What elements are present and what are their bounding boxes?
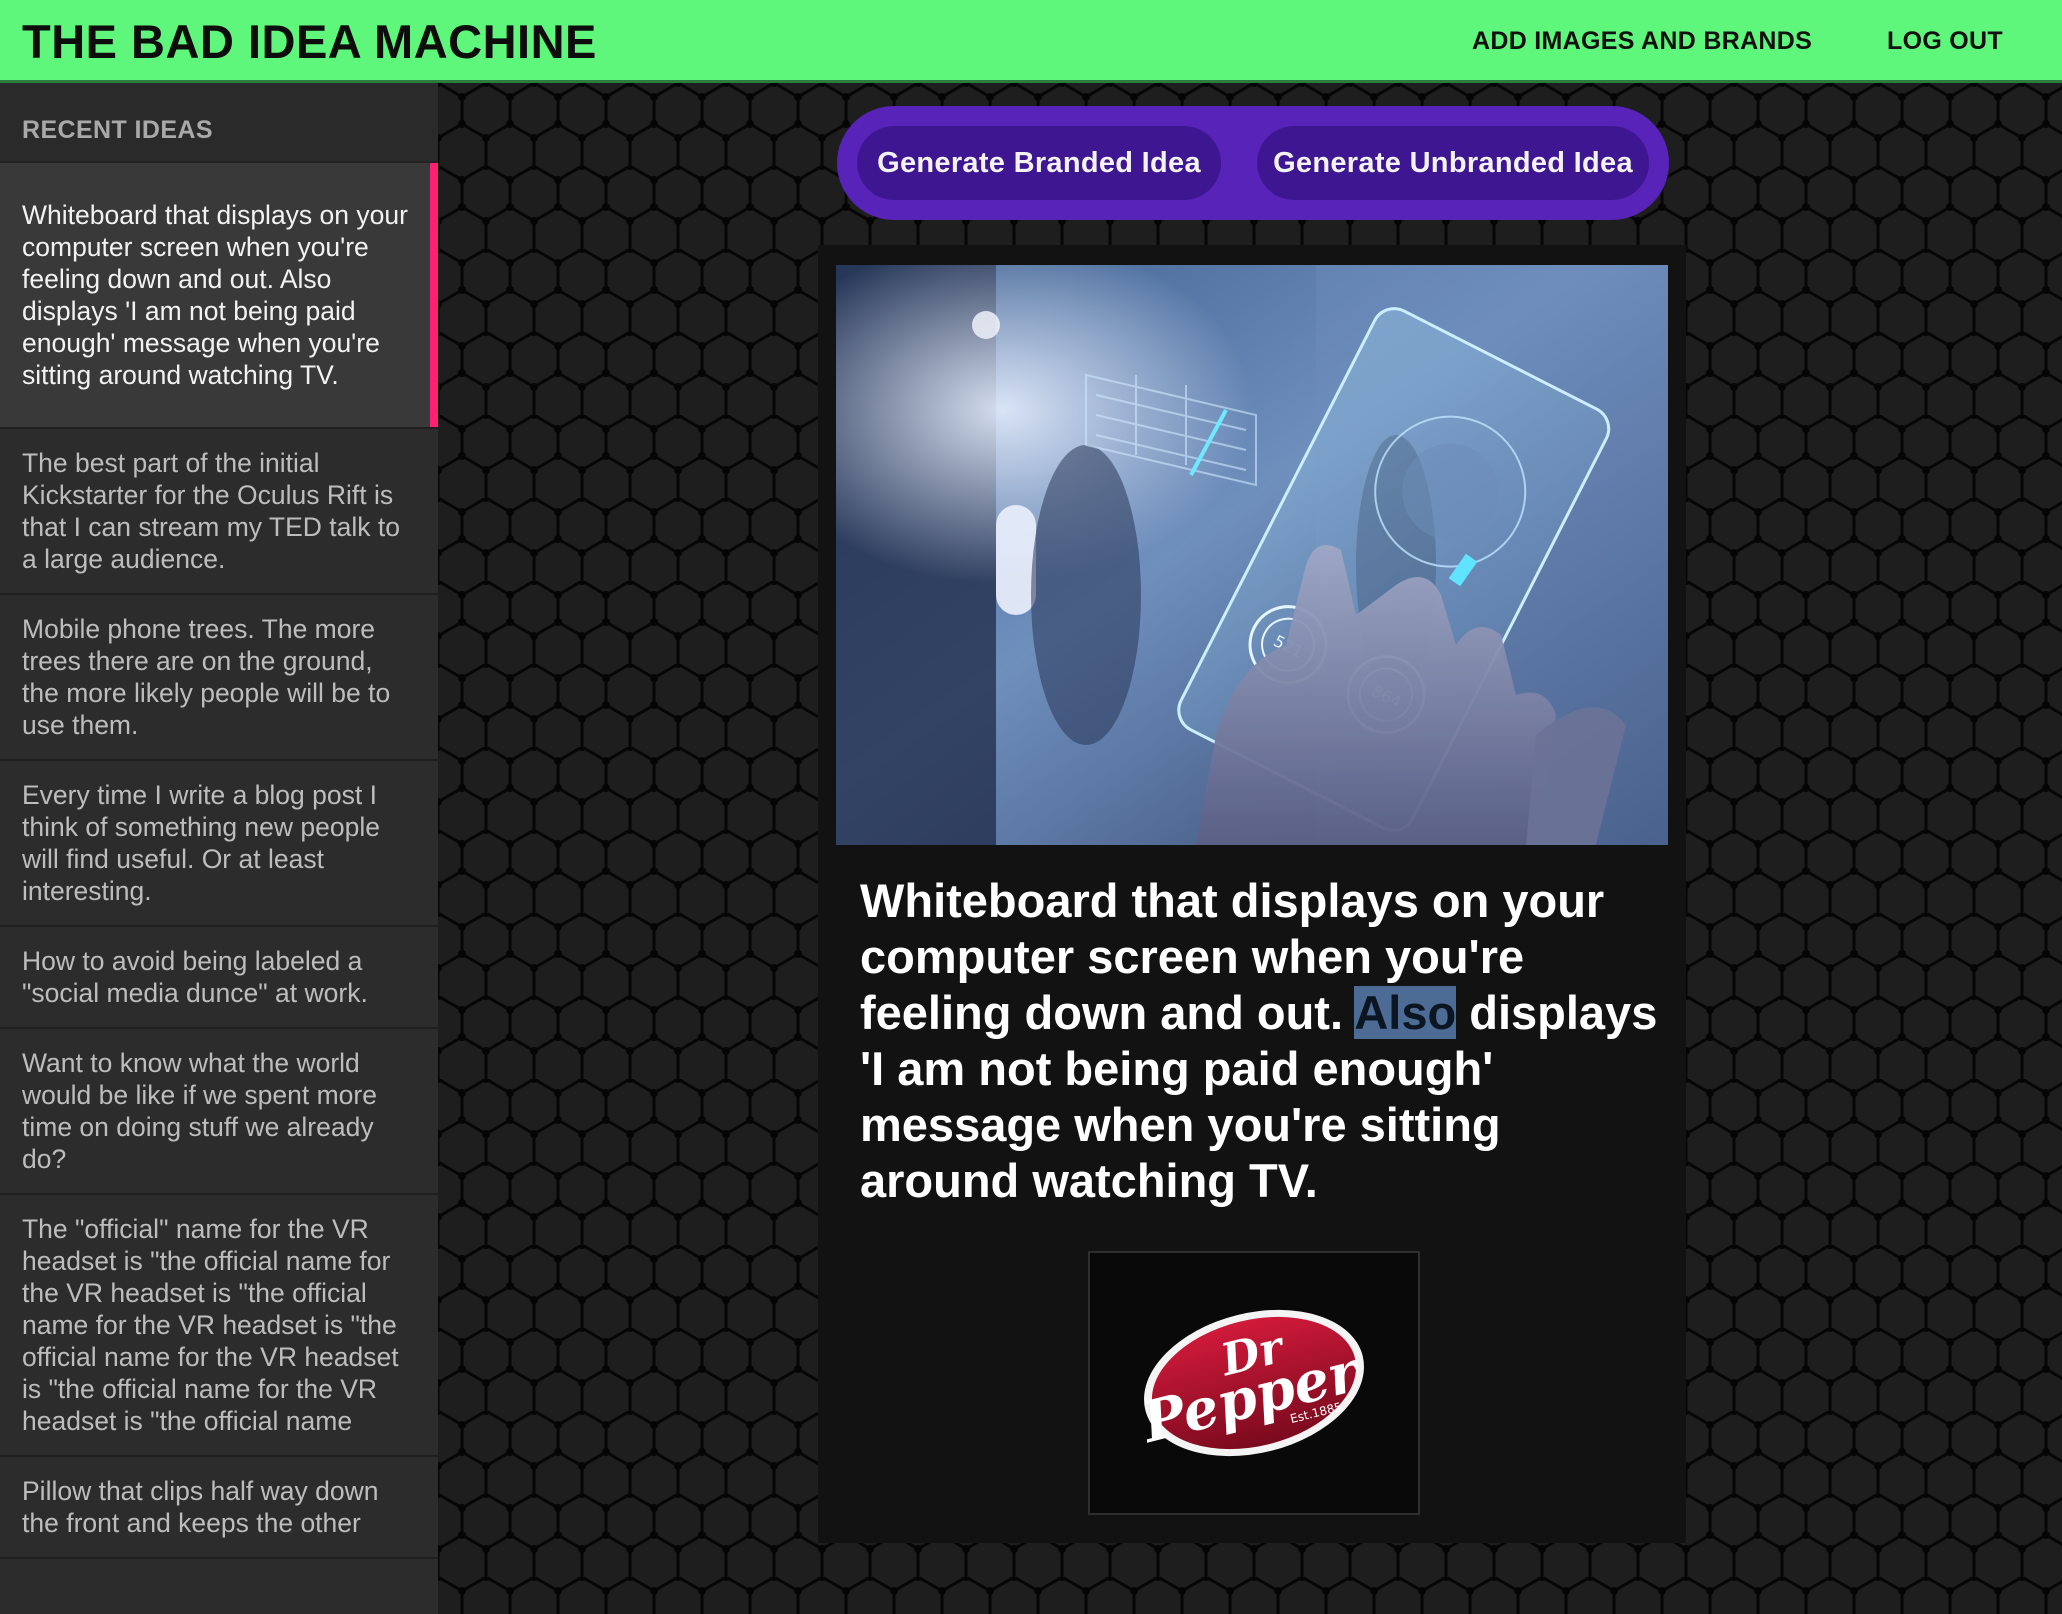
recent-idea-item[interactable]: The "official" name for the VR headset i… [0, 1195, 438, 1457]
recent-idea-item[interactable]: Want to know what the world would be lik… [0, 1029, 438, 1195]
brand-logo-box: Dr Pepper Est.1885 [1088, 1251, 1420, 1515]
generate-button-group: Generate Branded Idea Generate Unbranded… [837, 106, 1669, 220]
add-images-and-brands-link[interactable]: ADD IMAGES AND BRANDS [1472, 27, 1812, 56]
recent-ideas-sidebar: RECENT IDEAS Whiteboard that displays on… [0, 83, 438, 1614]
dr-pepper-logo: Dr Pepper Est.1885 [1134, 1309, 1368, 1456]
idea-text: Whiteboard that displays on your compute… [860, 873, 1660, 1209]
app-title[interactable]: THE BAD IDEA MACHINE [22, 14, 597, 69]
top-navbar: THE BAD IDEA MACHINE ADD IMAGES AND BRAN… [0, 0, 2062, 83]
recent-idea-item[interactable]: How to avoid being labeled a "social med… [0, 927, 438, 1029]
idea-image: 521 864 [836, 265, 1668, 845]
generate-branded-idea-button[interactable]: Generate Branded Idea [857, 126, 1221, 200]
recent-idea-item[interactable]: The best part of the initial Kickstarter… [0, 429, 438, 595]
generate-unbranded-idea-button[interactable]: Generate Unbranded Idea [1257, 126, 1649, 200]
idea-text-highlight: Also [1354, 986, 1457, 1039]
log-out-link[interactable]: LOG OUT [1887, 27, 2003, 56]
recent-idea-item[interactable]: Pillow that clips half way down the fron… [0, 1457, 438, 1559]
recent-idea-item-selected[interactable]: Whiteboard that displays on your compute… [0, 163, 438, 429]
recent-idea-item[interactable]: Every time I write a blog post I think o… [0, 761, 438, 927]
sidebar-heading: RECENT IDEAS [0, 83, 438, 163]
recent-idea-item[interactable]: Mobile phone trees. The more trees there… [0, 595, 438, 761]
idea-card: 521 864 Whiteboard that displays on your… [818, 245, 1686, 1543]
